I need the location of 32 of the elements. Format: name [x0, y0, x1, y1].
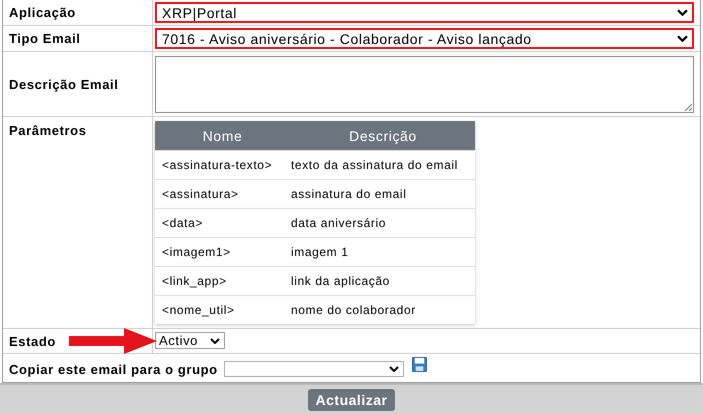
resize-grip-icon [684, 103, 692, 111]
column-header: Descrição [348, 128, 418, 144]
field-label: Copiar este email para o grupo [9, 362, 218, 376]
chevron-icon [388, 366, 399, 372]
table-cell-text: <link_app> [161, 274, 228, 288]
table-cell-text: <data> [161, 216, 204, 230]
select-field[interactable]: 7016 - Aviso aniversário - Colaborador - Aviso lançado [155, 28, 694, 49]
chevron-icon [677, 9, 688, 16]
table-cell-text: <nome_util> [161, 303, 236, 317]
update-button[interactable]: Actualizar [308, 388, 396, 410]
save-icon[interactable] [412, 356, 427, 372]
table-cell-text: nome do colaborador [290, 303, 417, 317]
table-cell-text: <assinatura-texto> [161, 158, 274, 172]
field-label: Parâmetros [9, 123, 87, 138]
field-label: Estado [9, 334, 56, 348]
table-cell-text: data aniversário [290, 216, 387, 230]
column-header: Nome [202, 128, 244, 144]
select-field[interactable]: Activo [155, 332, 225, 349]
field-label: Tipo Email [9, 31, 80, 46]
field-label: Descrição Email [9, 76, 118, 92]
table-cell-text: imagem 1 [290, 245, 350, 259]
chevron-icon [210, 338, 220, 344]
chevron-icon [677, 35, 688, 42]
table-cell-text: link da aplicação [290, 274, 391, 288]
table-cell-text: <imagem1> [161, 245, 232, 259]
group-select-field[interactable] [224, 361, 404, 377]
table-cell-text: assinatura do email [290, 187, 408, 201]
description-field[interactable] [155, 56, 694, 113]
table-cell-text: <assinatura> [161, 187, 240, 201]
table-cell-text: texto da assinatura do email [290, 158, 459, 172]
field-label: Aplicação [9, 5, 76, 20]
select-field[interactable]: XRP|Portal [155, 2, 694, 23]
